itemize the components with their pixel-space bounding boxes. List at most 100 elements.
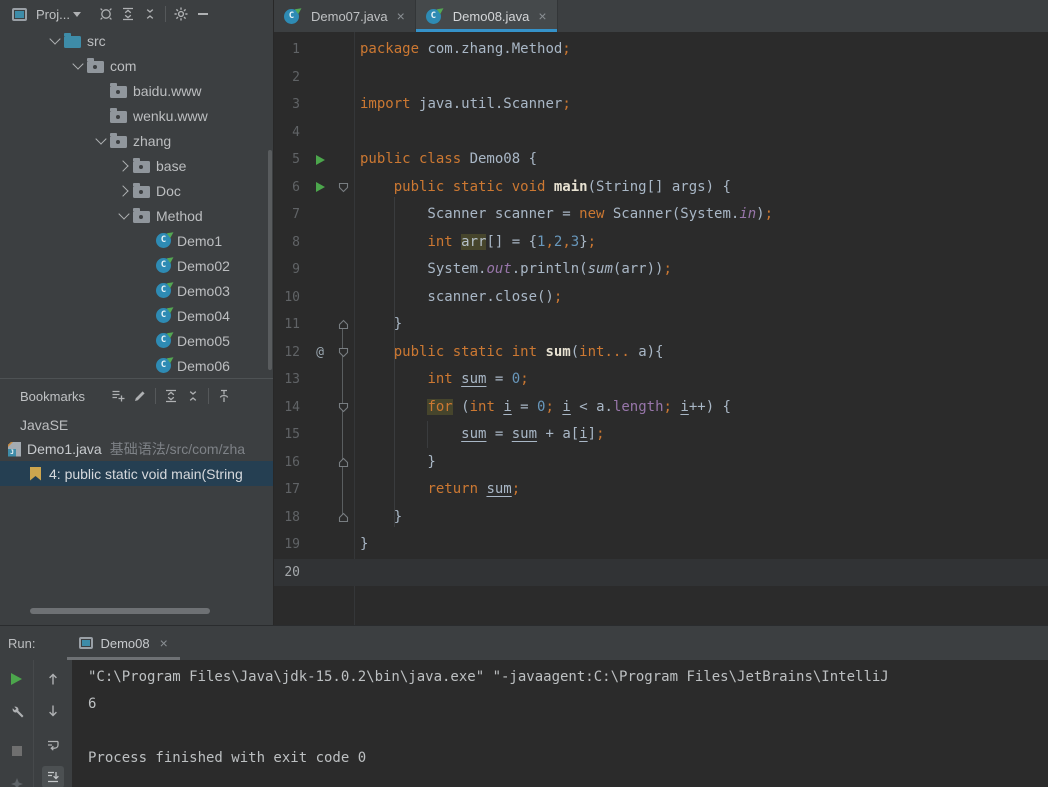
code-text[interactable]: } [354, 311, 402, 339]
annotation-gutter-icon[interactable]: @ [308, 339, 332, 367]
up-stack-icon[interactable] [42, 668, 64, 690]
code-line-11[interactable]: 11 } [274, 311, 1048, 339]
tree-item-wenku-www[interactable]: wenku.www [0, 103, 273, 128]
code-text[interactable]: } [354, 531, 368, 559]
fold-open-icon[interactable] [332, 174, 354, 202]
line-number[interactable]: 6 [274, 174, 308, 202]
code-text[interactable]: int sum = 0; [354, 366, 528, 394]
line-number[interactable]: 3 [274, 91, 308, 119]
fold-close-icon[interactable] [332, 504, 354, 532]
code-line-1[interactable]: 1 package com.zhang.Method; [274, 36, 1048, 64]
close-tab-icon[interactable]: × [538, 8, 546, 24]
soft-wrap-icon[interactable] [42, 734, 64, 756]
code-text[interactable]: sum = sum + a[i]; [354, 421, 604, 449]
code-line-6[interactable]: 6 public static void main(String[] args)… [274, 174, 1048, 202]
add-bookmark-icon[interactable] [107, 385, 129, 407]
project-tree-scrollbar[interactable] [268, 150, 272, 370]
code-line-17[interactable]: 17 return sum; [274, 476, 1048, 504]
code-text[interactable]: package com.zhang.Method; [354, 36, 571, 64]
line-number[interactable]: 2 [274, 64, 308, 92]
chevron-right-icon[interactable] [115, 182, 133, 200]
run-tab-demo08[interactable]: Demo08 × [67, 626, 181, 660]
project-view-title[interactable]: Proj... [36, 7, 70, 22]
line-number[interactable]: 14 [274, 394, 308, 422]
code-text[interactable]: for (int i = 0; i < a.length; i++) { [354, 394, 731, 422]
tree-item-demo06[interactable]: C Demo06 [0, 353, 273, 378]
chevron-down-icon[interactable] [92, 132, 110, 150]
code-line-2[interactable]: 2 [274, 64, 1048, 92]
line-number[interactable]: 15 [274, 421, 308, 449]
tree-item-demo04[interactable]: C Demo04 [0, 303, 273, 328]
chevron-down-icon[interactable] [115, 207, 133, 225]
code-text[interactable]: return sum; [354, 476, 520, 504]
tree-item-doc[interactable]: Doc [0, 178, 273, 203]
code-line-19[interactable]: 19} [274, 531, 1048, 559]
collapse-all-icon[interactable] [182, 385, 204, 407]
code-text[interactable]: scanner.close(); [354, 284, 562, 312]
code-line-13[interactable]: 13 int sum = 0; [274, 366, 1048, 394]
rerun-icon[interactable] [6, 668, 28, 690]
code-line-7[interactable]: 7 Scanner scanner = new Scanner(System.i… [274, 201, 1048, 229]
scroll-to-end-icon[interactable] [41, 766, 64, 787]
bookmarks-scrollbar[interactable] [30, 608, 210, 614]
tree-item-base[interactable]: base [0, 153, 273, 178]
code-line-18[interactable]: 18 } [274, 504, 1048, 532]
line-number[interactable]: 9 [274, 256, 308, 284]
down-stack-icon[interactable] [42, 700, 64, 722]
tree-item-demo1[interactable]: C Demo1 [0, 228, 273, 253]
chevron-down-icon[interactable] [69, 57, 87, 75]
code-text[interactable]: public static int sum(int... a){ [354, 339, 664, 367]
clear-icon[interactable] [6, 774, 28, 787]
close-run-tab-icon[interactable]: × [160, 635, 168, 651]
line-number[interactable]: 7 [274, 201, 308, 229]
tree-item-src[interactable]: src [0, 28, 273, 53]
line-number[interactable]: 8 [274, 229, 308, 257]
bookmark-item-row[interactable]: 4: public static void main(String [0, 461, 273, 486]
locate-icon[interactable] [95, 3, 117, 25]
code-line-12[interactable]: 12 @ public static int sum(int... a){ [274, 339, 1048, 367]
code-line-8[interactable]: 8 int arr[] = {1,2,3}; [274, 229, 1048, 257]
bookmarks-group-javase[interactable]: JavaSE [0, 413, 273, 437]
line-number[interactable]: 10 [274, 284, 308, 312]
run-line-icon[interactable] [308, 174, 332, 202]
line-number[interactable]: 20 [274, 559, 308, 587]
code-text[interactable]: public class Demo08 { [354, 146, 537, 174]
code-line-9[interactable]: 9 System.out.println(sum(arr)); [274, 256, 1048, 284]
code-text[interactable]: } [354, 449, 435, 477]
collapse-all-icon[interactable] [139, 3, 161, 25]
tree-item-com[interactable]: com [0, 53, 273, 78]
tool-window-icon[interactable] [8, 3, 30, 25]
run-line-icon[interactable] [308, 146, 332, 174]
code-line-3[interactable]: 3 import java.util.Scanner; [274, 91, 1048, 119]
tree-item-method[interactable]: Method [0, 203, 273, 228]
line-number[interactable]: 5 [274, 146, 308, 174]
code-text[interactable] [354, 119, 360, 147]
code-line-10[interactable]: 10 scanner.close(); [274, 284, 1048, 312]
chevron-right-icon[interactable] [115, 157, 133, 175]
code-text[interactable] [354, 559, 360, 587]
tree-item-baidu-www[interactable]: baidu.www [0, 78, 273, 103]
code-line-14[interactable]: 14 for (int i = 0; i < a.length; i++) { [274, 394, 1048, 422]
line-number[interactable]: 11 [274, 311, 308, 339]
code-text[interactable]: } [354, 504, 402, 532]
fold-open-icon[interactable] [332, 394, 354, 422]
bookmarks-file-row[interactable]: Demo1.java 基础语法/src/com/zha [0, 437, 273, 461]
line-number[interactable]: 16 [274, 449, 308, 477]
edit-icon[interactable] [129, 385, 151, 407]
chevron-down-icon[interactable] [72, 11, 81, 17]
line-number[interactable]: 12 [274, 339, 308, 367]
settings-icon[interactable] [170, 3, 192, 25]
code-text[interactable]: int arr[] = {1,2,3}; [354, 229, 596, 257]
code-text[interactable]: public static void main(String[] args) { [354, 174, 731, 202]
tree-item-demo05[interactable]: C Demo05 [0, 328, 273, 353]
code-text[interactable]: Scanner scanner = new Scanner(System.in)… [354, 201, 773, 229]
fold-close-icon[interactable] [332, 311, 354, 339]
close-tab-icon[interactable]: × [397, 8, 405, 24]
code-line-16[interactable]: 16 } [274, 449, 1048, 477]
line-number[interactable]: 1 [274, 36, 308, 64]
line-number[interactable]: 4 [274, 119, 308, 147]
chevron-down-icon[interactable] [46, 32, 64, 50]
line-number[interactable]: 13 [274, 366, 308, 394]
pin-icon[interactable] [213, 385, 235, 407]
code-line-15[interactable]: 15 sum = sum + a[i]; [274, 421, 1048, 449]
